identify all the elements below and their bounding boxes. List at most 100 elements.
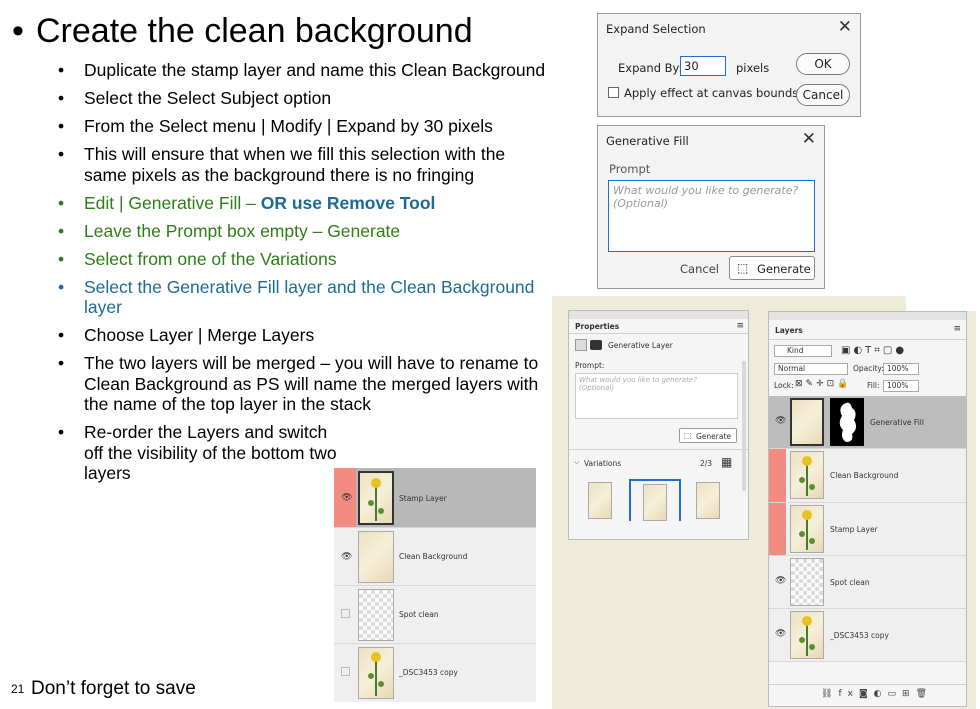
generative-fill-dialog: Generative Fill ✕ Prompt What would you …	[597, 125, 825, 289]
canvas-edge	[906, 296, 976, 311]
flower-thumbnail	[799, 510, 815, 550]
title-text: Create the clean background	[36, 12, 473, 50]
variations-count: 2/3	[700, 459, 713, 468]
layer-row[interactable]: _DSC3453 copy	[334, 644, 536, 702]
slide-number: 21	[11, 682, 25, 696]
variation-selected[interactable]	[629, 479, 681, 521]
bullet-item: From the Select menu | Modify | Expand b…	[58, 116, 548, 137]
blend-mode-select[interactable]: Normal	[774, 363, 848, 375]
layer-type-icon	[575, 339, 587, 351]
generate-icon: ⬚	[737, 261, 749, 275]
lock-label: Lock:	[774, 381, 794, 390]
close-icon[interactable]: ✕	[838, 17, 852, 37]
panel-title: Layers	[775, 326, 803, 335]
opacity-input[interactable]: 100%	[883, 363, 919, 375]
slide-title: • Create the clean background	[12, 12, 473, 51]
chevron-down-icon[interactable]: ⌵	[574, 458, 579, 467]
visibility-toggle[interactable]	[341, 667, 350, 676]
cancel-button[interactable]: Cancel	[796, 84, 850, 106]
ok-button[interactable]: OK	[796, 53, 850, 75]
trash-icon[interactable]: 🗑	[916, 689, 933, 699]
variation-thumbnail[interactable]	[588, 482, 612, 519]
layer-row[interactable]: 👁 Stamp Layer	[334, 468, 536, 528]
layer-name: Stamp Layer	[830, 525, 878, 534]
dialog-title: Expand Selection	[606, 22, 706, 36]
generate-label: Generate	[757, 262, 811, 276]
bullet-item: Select from one of the Variations	[58, 249, 548, 270]
canvas-bounds-checkbox[interactable]	[608, 87, 619, 98]
layer-row[interactable]: 👁 _DSC3453 copy	[769, 609, 966, 662]
bullet-item: Choose Layer | Merge Layers	[58, 325, 548, 346]
layer-thumbnail	[358, 471, 394, 525]
prompt-textarea[interactable]: What would you like to generate? (Option…	[575, 373, 738, 419]
layer-name: Generative Fill	[870, 418, 924, 427]
close-icon[interactable]: ✕	[802, 129, 816, 149]
divider	[569, 449, 748, 450]
panel-topbar	[769, 312, 966, 320]
layer-row[interactable]: Clean Background	[769, 449, 966, 503]
lock-icons[interactable]: ⊠✎✛⊡🔒	[795, 379, 851, 389]
mask-icon[interactable]: ◙	[859, 689, 874, 699]
layer-row[interactable]: 👁 Clean Background	[334, 528, 536, 586]
eye-icon[interactable]: 👁	[775, 416, 786, 426]
layer-row[interactable]: Stamp Layer	[769, 503, 966, 556]
generate-button[interactable]: ⬚ Generate	[679, 428, 737, 443]
variation-thumbnail	[643, 484, 667, 521]
fill-label: Fill:	[867, 381, 880, 390]
generate-button[interactable]: ⬚ Generate	[729, 256, 815, 280]
dialog-title: Generative Fill	[606, 134, 689, 148]
generate-icon: ⬚	[684, 431, 692, 440]
prompt-label: Prompt:	[575, 361, 605, 370]
layers-panel: Layers ≡ Kind ▣◐T⌗▢● Normal Opacity: 100…	[768, 311, 967, 707]
variation-thumbnail[interactable]	[696, 482, 720, 519]
layer-name: Stamp Layer	[399, 494, 447, 503]
bullet-item: This will ensure that when we fill this …	[58, 144, 548, 185]
bullet-item: Leave the Prompt box empty – Generate	[58, 221, 548, 242]
grid-icon[interactable]: ▦	[721, 456, 732, 468]
layer-row[interactable]: Spot clean	[334, 586, 536, 644]
kind-filter[interactable]: Kind	[774, 345, 832, 357]
eye-icon[interactable]: 👁	[341, 493, 352, 503]
layer-thumbnail	[790, 505, 824, 553]
layer-row[interactable]: 👁 Spot clean	[769, 556, 966, 609]
eye-icon[interactable]: 👁	[775, 629, 786, 639]
visibility-highlight	[769, 449, 786, 502]
folder-icon[interactable]: ▭	[888, 689, 903, 699]
bullet-emphasis: OR use Remove Tool	[260, 192, 436, 213]
visibility-toggle[interactable]	[341, 609, 350, 618]
bullet-text: Edit | Generative Fill –	[84, 192, 261, 213]
unit-label: pixels	[736, 61, 770, 75]
expand-by-input[interactable]: 30	[680, 56, 726, 76]
layers-snapshot: 👁 Stamp Layer 👁 Clean Background Spot cl…	[334, 468, 536, 702]
layer-type: Generative Layer	[608, 341, 673, 350]
menu-icon[interactable]: ≡	[736, 321, 744, 331]
layer-thumbnail	[790, 451, 824, 499]
bullet-item: Select the Select Subject option	[58, 88, 548, 109]
divider	[769, 684, 966, 685]
new-layer-icon[interactable]: ⊞	[902, 689, 916, 699]
bullet-item: Duplicate the stamp layer and name this …	[58, 60, 548, 81]
cancel-button[interactable]: Cancel	[680, 262, 719, 276]
eye-icon[interactable]: 👁	[341, 552, 352, 562]
scrollbar[interactable]	[742, 361, 746, 491]
layer-row[interactable]: 👁 Generative Fill	[769, 396, 966, 449]
mask-icon	[590, 340, 602, 350]
menu-icon[interactable]: ≡	[953, 324, 961, 334]
layer-name: Clean Background	[399, 552, 468, 561]
adjustment-icon[interactable]: ◐	[874, 689, 888, 699]
generate-label: Generate	[696, 432, 732, 441]
filter-icons[interactable]: ▣◐T⌗▢●	[841, 345, 907, 356]
divider	[769, 339, 966, 340]
eye-icon[interactable]: 👁	[775, 576, 786, 586]
layers-footer-icons[interactable]: ⛓fx◙◐▭⊞🗑	[821, 689, 933, 699]
layer-thumbnail	[790, 611, 824, 659]
prompt-textarea[interactable]: What would you like to generate? (Option…	[608, 180, 815, 252]
panel-title: Properties	[575, 322, 620, 331]
fill-input[interactable]: 100%	[883, 380, 919, 392]
link-icon[interactable]: ⛓	[821, 689, 838, 699]
layer-thumbnail	[358, 589, 394, 641]
expand-selection-dialog: Expand Selection ✕ Expand By: 30 pixels …	[597, 13, 861, 117]
flower-thumbnail	[799, 456, 815, 496]
layer-name: Clean Background	[830, 471, 899, 480]
fx-icon[interactable]: fx	[838, 689, 859, 699]
